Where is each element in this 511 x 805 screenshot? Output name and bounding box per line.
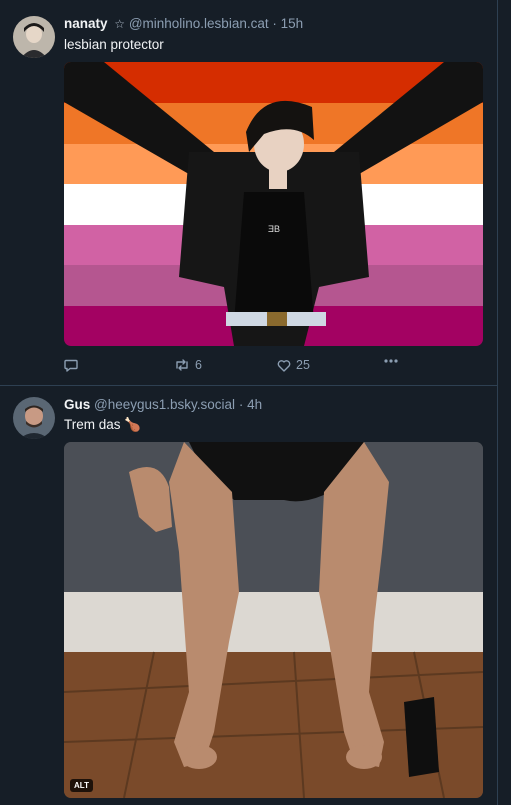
feed: nanaty ☆ @minholino.lesbian.cat · 15h le… — [0, 0, 498, 805]
alt-text-badge[interactable]: ALT — [70, 779, 93, 792]
post-actions: 6 25 — [64, 358, 483, 376]
avatar[interactable] — [13, 397, 55, 439]
author-name[interactable]: nanaty — [64, 16, 108, 31]
author-handle[interactable]: @heeygus1.bsky.social — [94, 397, 235, 412]
post-time[interactable]: 15h — [281, 16, 304, 31]
separator: · — [238, 397, 244, 412]
reply-icon — [64, 359, 78, 372]
post-header: Gus @heeygus1.bsky.social · 4h — [64, 397, 262, 412]
post[interactable]: nanaty ☆ @minholino.lesbian.cat · 15h le… — [0, 0, 497, 386]
repost-count: 6 — [195, 358, 202, 372]
star-icon: ☆ — [114, 17, 126, 31]
separator: · — [272, 16, 277, 31]
scrollbar[interactable] — [498, 0, 511, 805]
like-button[interactable]: 25 — [277, 358, 310, 372]
post-text: Trem das 🍗 — [64, 417, 142, 432]
repost-button[interactable]: 6 — [174, 358, 202, 372]
author-name[interactable]: Gus — [64, 397, 90, 412]
post-image[interactable]: ALT — [64, 442, 483, 798]
like-count: 25 — [296, 358, 310, 372]
heart-icon — [277, 359, 291, 372]
avatar[interactable] — [13, 16, 55, 58]
svg-text:ƎB: ƎB — [268, 224, 280, 234]
more-options-button[interactable] — [383, 358, 399, 364]
photo-legs — [64, 442, 483, 798]
post-header: nanaty ☆ @minholino.lesbian.cat · 15h — [64, 16, 303, 31]
post-text: lesbian protector — [64, 37, 164, 52]
author-handle[interactable]: @minholino.lesbian.cat — [129, 16, 269, 31]
repost-icon — [176, 359, 188, 371]
post-time[interactable]: 4h — [247, 397, 262, 412]
reply-button[interactable] — [64, 358, 83, 372]
ellipsis-icon — [384, 359, 398, 363]
post[interactable]: Gus @heeygus1.bsky.social · 4h Trem das … — [0, 386, 497, 805]
photo-person-flag: ƎB — [64, 62, 483, 346]
post-image[interactable]: ƎB — [64, 62, 483, 346]
